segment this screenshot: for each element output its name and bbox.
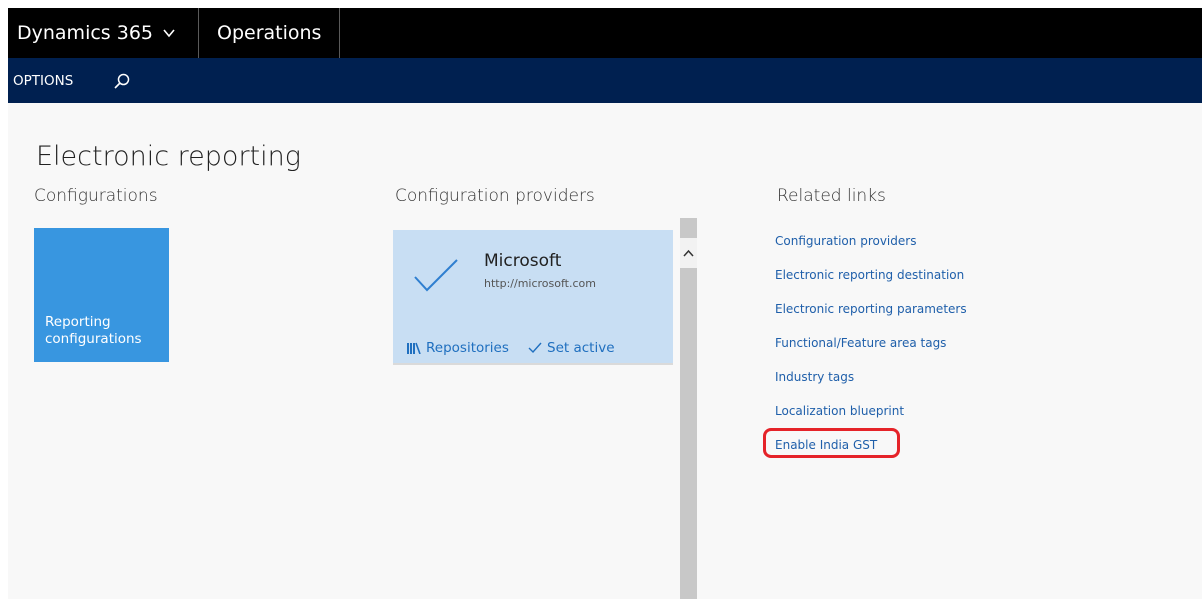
list-item: Configuration providers (775, 230, 967, 264)
module-name: Operations (217, 22, 322, 44)
link-configuration-providers[interactable]: Configuration providers (775, 234, 916, 248)
list-item: Industry tags (775, 366, 967, 400)
list-item: Electronic reporting parameters (775, 298, 967, 332)
module-name-button[interactable]: Operations (199, 8, 340, 58)
list-item: Enable India GST (775, 434, 967, 468)
link-industry-tags[interactable]: Industry tags (775, 370, 854, 384)
scroll-up-button[interactable] (680, 238, 697, 268)
chevron-up-icon (683, 249, 694, 257)
providers-scrollbar[interactable] (680, 218, 697, 599)
provider-url: http://microsoft.com (484, 277, 596, 290)
app-switcher[interactable]: Dynamics 365 (8, 8, 199, 58)
top-nav-bar: Dynamics 365 Operations (8, 8, 1202, 58)
link-electronic-reporting-destination[interactable]: Electronic reporting destination (775, 268, 964, 282)
reporting-configurations-tile[interactable]: Reporting configurations (34, 228, 169, 362)
chevron-down-icon (163, 29, 175, 38)
related-links-heading: Related links (777, 186, 886, 206)
list-item: Localization blueprint (775, 400, 967, 434)
reporting-configurations-tile-label: Reporting configurations (45, 314, 142, 347)
related-links-list: Configuration providers Electronic repor… (775, 230, 967, 468)
page-title: Electronic reporting (36, 141, 301, 172)
link-localization-blueprint[interactable]: Localization blueprint (775, 404, 904, 418)
link-enable-india-gst[interactable]: Enable India GST (775, 438, 877, 452)
provider-name: Microsoft (484, 251, 562, 271)
configurations-heading: Configurations (34, 186, 158, 206)
provider-card-microsoft[interactable]: Microsoft http://microsoft.com Repositor… (393, 230, 673, 365)
repositories-label: Repositories (426, 340, 509, 356)
search-icon[interactable] (112, 72, 132, 92)
link-electronic-reporting-parameters[interactable]: Electronic reporting parameters (775, 302, 967, 316)
link-functional-feature-area-tags[interactable]: Functional/Feature area tags (775, 336, 946, 350)
repositories-button[interactable]: Repositories (407, 340, 509, 356)
app-frame: Dynamics 365 Operations OPTIONS Electron… (8, 8, 1202, 599)
set-active-button[interactable]: Set active (528, 340, 615, 356)
options-tab[interactable]: OPTIONS (13, 58, 73, 103)
action-bar: OPTIONS (8, 58, 1202, 103)
checkmark-icon (414, 259, 458, 292)
configuration-providers-heading: Configuration providers (395, 186, 595, 206)
set-active-label: Set active (547, 340, 615, 356)
library-icon (407, 342, 421, 354)
list-item: Electronic reporting destination (775, 264, 967, 298)
app-name: Dynamics 365 (17, 22, 153, 44)
checkmark-small-icon (528, 342, 542, 354)
list-item: Functional/Feature area tags (775, 332, 967, 366)
